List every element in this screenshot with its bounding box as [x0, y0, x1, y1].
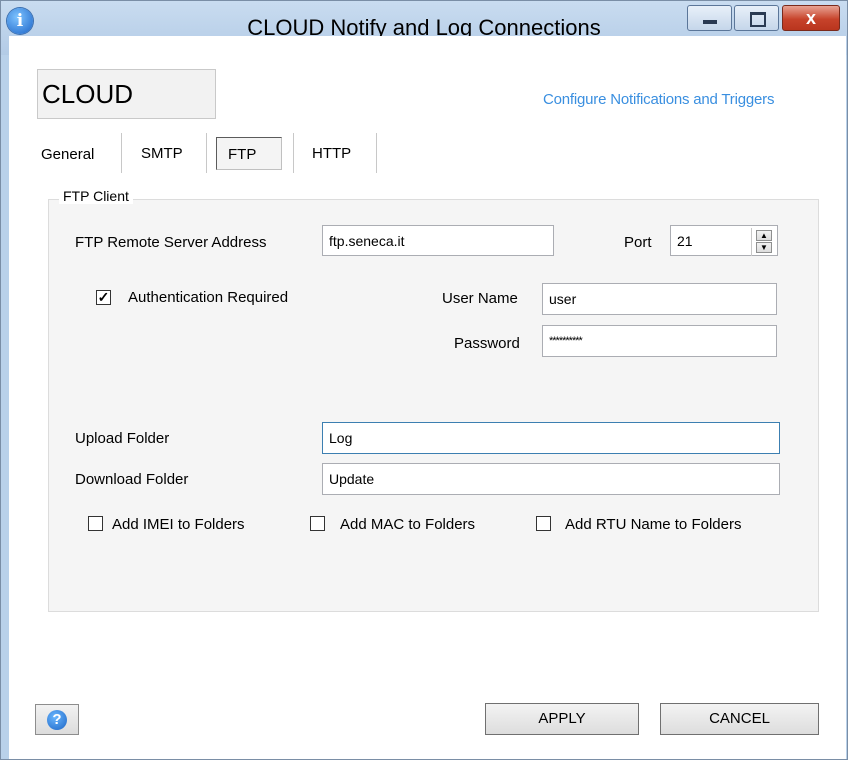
- tab-separator: [121, 133, 125, 173]
- tab-separator: [206, 133, 210, 173]
- add-imei-label: Add IMEI to Folders: [112, 516, 245, 533]
- upload-folder-input[interactable]: [322, 422, 780, 454]
- ftp-client-group-label: FTP Client: [59, 188, 133, 204]
- username-input[interactable]: [542, 283, 777, 315]
- tab-smtp[interactable]: SMTP: [141, 145, 183, 162]
- add-rtu-name-checkbox[interactable]: [536, 516, 551, 531]
- cloud-label-box: CLOUD: [37, 69, 216, 119]
- caption-buttons: x: [687, 5, 841, 32]
- port-spinner[interactable]: ▲ ▼: [751, 228, 776, 256]
- server-address-input[interactable]: [322, 225, 554, 256]
- add-rtu-name-label: Add RTU Name to Folders: [565, 516, 742, 533]
- download-folder-label: Download Folder: [75, 471, 189, 488]
- maximize-icon: [750, 12, 766, 27]
- configure-notifications-link[interactable]: Configure Notifications and Triggers: [543, 91, 774, 108]
- port-label: Port: [624, 234, 652, 251]
- username-label: User Name: [442, 290, 518, 307]
- maximize-button[interactable]: [734, 5, 779, 31]
- close-icon: x: [805, 8, 816, 28]
- help-icon: ?: [47, 710, 67, 730]
- authentication-label: Authentication Required: [128, 289, 289, 306]
- upload-folder-label: Upload Folder: [75, 430, 170, 447]
- ftp-client-group: [48, 199, 819, 612]
- minimize-button[interactable]: [687, 5, 732, 31]
- help-button[interactable]: ?: [35, 704, 79, 735]
- authentication-checkbox[interactable]: ✓: [96, 290, 111, 305]
- tab-general[interactable]: General: [41, 146, 94, 163]
- download-folder-input[interactable]: [322, 463, 780, 495]
- close-button[interactable]: x: [782, 5, 840, 31]
- apply-button[interactable]: APPLY: [485, 703, 639, 735]
- password-label: Password: [454, 335, 520, 352]
- tab-separator: [293, 133, 297, 173]
- minimize-icon: [703, 20, 717, 24]
- server-address-label: FTP Remote Server Address: [75, 234, 267, 251]
- spin-up-icon[interactable]: ▲: [756, 230, 772, 241]
- cancel-button[interactable]: CANCEL: [660, 703, 819, 735]
- password-input[interactable]: [542, 325, 777, 357]
- tab-separator: [376, 133, 380, 173]
- add-mac-label: Add MAC to Folders: [340, 516, 476, 533]
- add-mac-checkbox[interactable]: [310, 516, 325, 531]
- tab-ftp[interactable]: FTP: [228, 146, 256, 163]
- add-imei-checkbox[interactable]: [88, 516, 103, 531]
- tab-http[interactable]: HTTP: [312, 145, 351, 162]
- spin-down-icon[interactable]: ▼: [756, 242, 772, 253]
